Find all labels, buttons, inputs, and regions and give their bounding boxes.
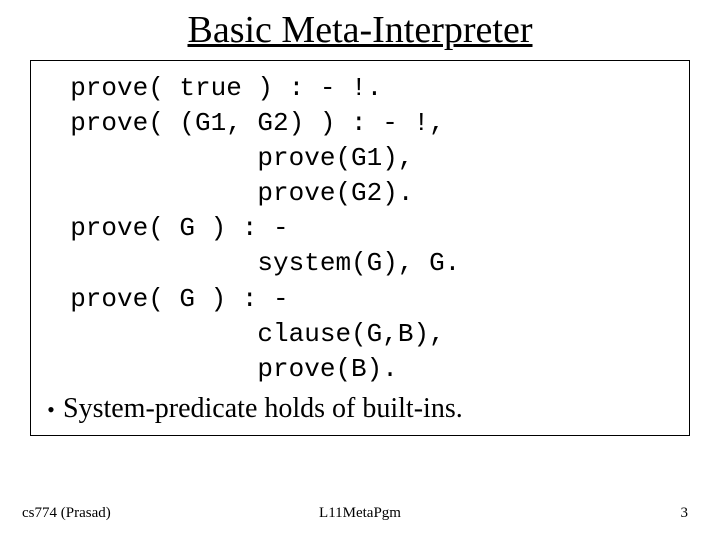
code-line: prove(B). [39, 354, 398, 384]
code-line: system(G), G. [39, 248, 460, 278]
footer-center: L11MetaPgm [319, 505, 401, 522]
code-block: prove( true ) : - !. prove( (G1, G2) ) :… [39, 71, 681, 387]
slide: Basic Meta-Interpreter prove( true ) : -… [0, 0, 720, 540]
footer: cs774 (Prasad) L11MetaPgm 3 [0, 505, 720, 522]
footer-right: 3 [681, 505, 689, 522]
code-line: prove( true ) : - !. [39, 73, 382, 103]
slide-title: Basic Meta-Interpreter [30, 8, 690, 52]
code-line: prove(G1), [39, 143, 413, 173]
code-line: prove( (G1, G2) ) : - !, [39, 108, 445, 138]
code-line: clause(G,B), [39, 319, 445, 349]
bullet-marker: • [39, 397, 63, 423]
footer-left: cs774 (Prasad) [22, 505, 111, 522]
code-line: prove( G ) : - [39, 213, 289, 243]
content-box: prove( true ) : - !. prove( (G1, G2) ) :… [30, 60, 690, 436]
code-line: prove(G2). [39, 178, 413, 208]
code-line: prove( G ) : - [39, 284, 289, 314]
bullet-text: System-predicate holds of built-ins. [63, 393, 463, 425]
bullet-item: • System-predicate holds of built-ins. [39, 393, 681, 425]
